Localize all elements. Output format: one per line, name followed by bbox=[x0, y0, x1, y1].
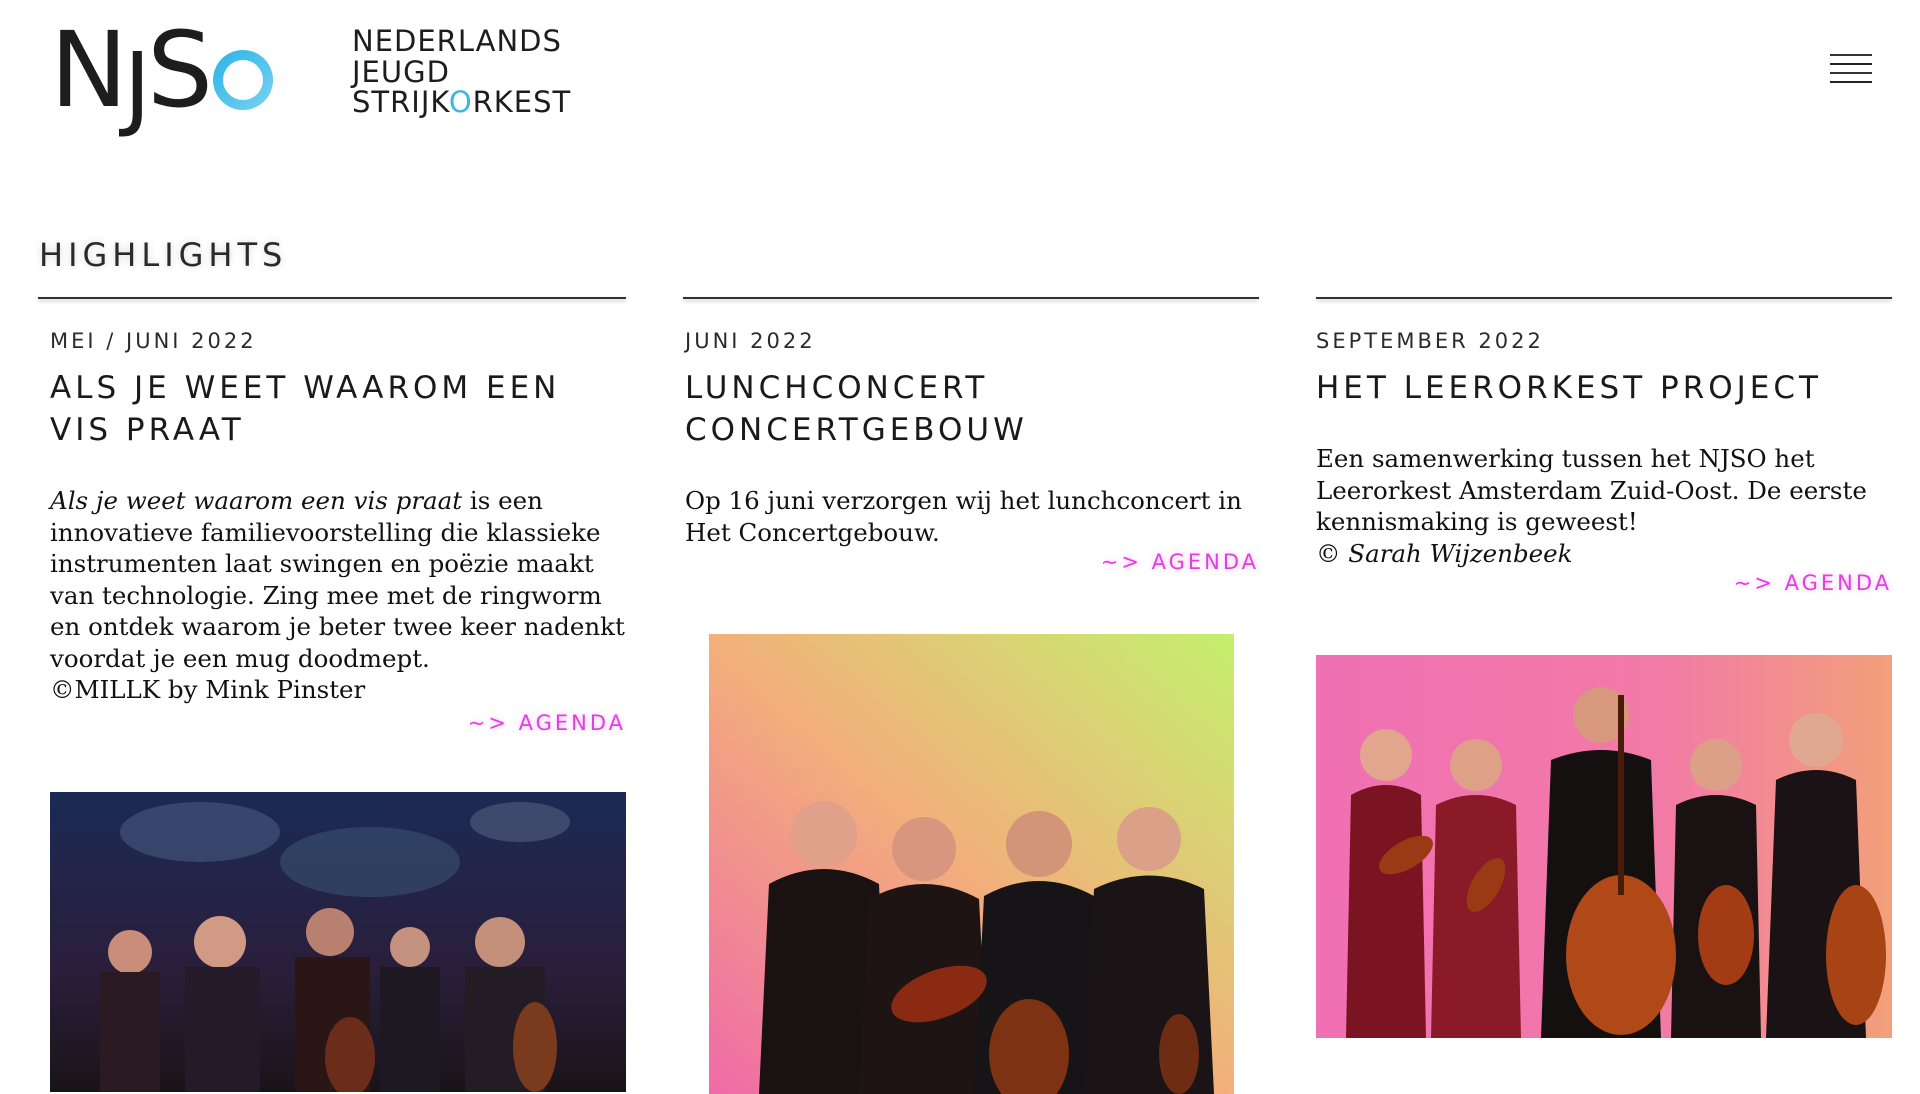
highlight-card: JUNI 2022 LUNCHCONCERT CONCERTGEBOUW Op … bbox=[683, 297, 1259, 1094]
logo-wordmark-line3: STRIJKORKEST bbox=[352, 85, 572, 119]
card-date: MEI / JUNI 2022 bbox=[50, 329, 257, 353]
logo-o-ring-icon bbox=[213, 50, 273, 110]
card-title: ALS JE WEET WAAROM EEN VIS PRAAT bbox=[50, 370, 561, 448]
photo-credit: © Sarah Wijzenbeek bbox=[1316, 538, 1573, 568]
card-description: Als je weet waarom een vis praat is een … bbox=[50, 486, 625, 704]
card-title: LUNCHCONCERT CONCERTGEBOUW bbox=[685, 370, 1028, 448]
agenda-link[interactable]: ~> AGENDA bbox=[468, 711, 626, 735]
card-date: SEPTEMBER 2022 bbox=[1316, 329, 1544, 353]
logo-wordmark-line2: JEUGD bbox=[352, 54, 450, 89]
section-title: HIGHLIGHTS bbox=[39, 236, 288, 274]
photo-credit: ©MILLK by Mink Pinster bbox=[50, 675, 366, 704]
card-description: Een samenwerking tussen het NJSO het Lee… bbox=[1316, 444, 1867, 568]
hamburger-menu-icon[interactable] bbox=[1830, 54, 1872, 88]
logo-wordmark-line1: NEDERLANDS bbox=[352, 24, 562, 58]
card-date: JUNI 2022 bbox=[685, 329, 816, 353]
card-photo-orchestra-stage[interactable] bbox=[50, 792, 626, 1092]
logo-wordmark[interactable]: NEDERLANDS JEUGD STRIJKORKEST bbox=[352, 26, 571, 118]
agenda-link[interactable]: ~> AGENDA bbox=[1101, 550, 1259, 574]
njso-logo[interactable]: NJS bbox=[50, 18, 273, 133]
card-photo-string-quartet[interactable] bbox=[709, 634, 1234, 1094]
card-title: HET LEERORKEST PROJECT bbox=[1316, 370, 1822, 406]
agenda-link[interactable]: ~> AGENDA bbox=[1734, 571, 1892, 595]
highlight-card: SEPTEMBER 2022 HET LEERORKEST PROJECT Ee… bbox=[1316, 297, 1892, 1038]
highlight-card: MEI / JUNI 2022 ALS JE WEET WAAROM EEN V… bbox=[38, 297, 626, 1092]
card-description: Op 16 juni verzorgen wij het lunchconcer… bbox=[685, 486, 1242, 547]
card-photo-leerorkest-group[interactable] bbox=[1316, 655, 1892, 1038]
logo-letters: NJS bbox=[50, 9, 213, 140]
